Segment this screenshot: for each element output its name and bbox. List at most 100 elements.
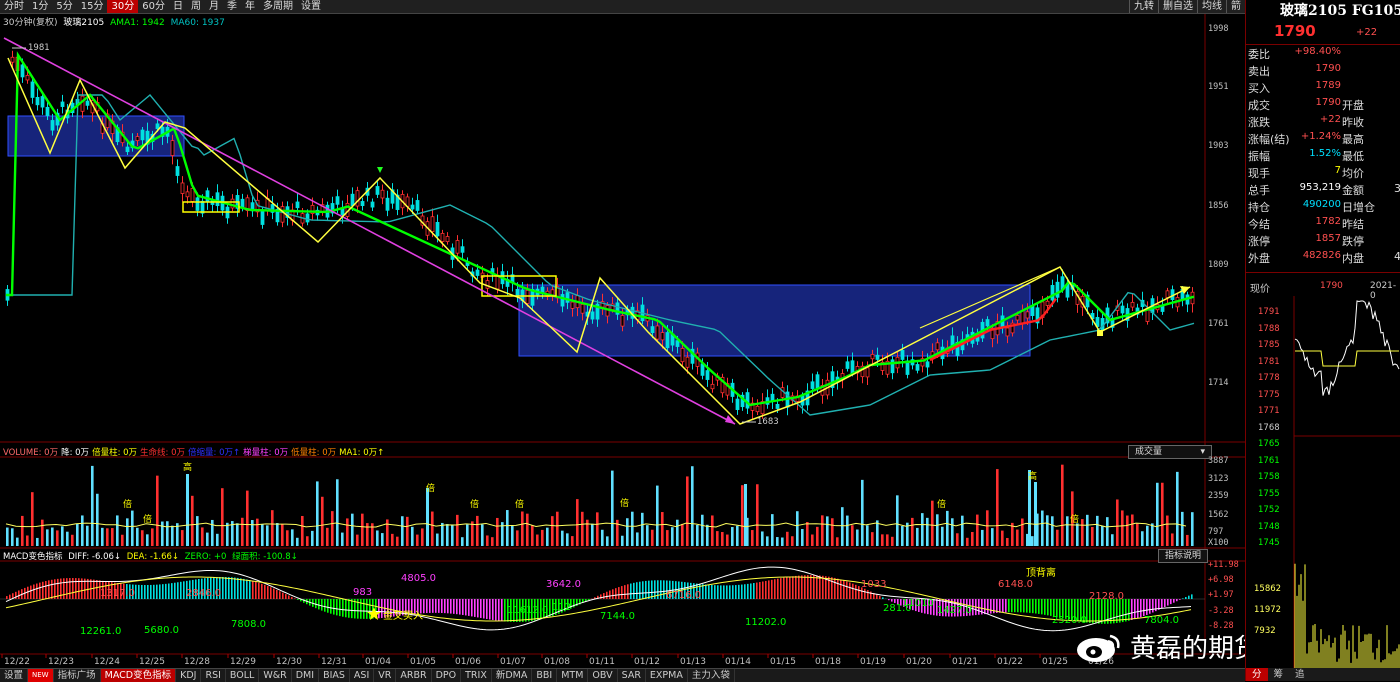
volume-axis-label: 797 [1208,527,1223,537]
macd-bar [1005,599,1007,612]
indicator-tab[interactable]: KDJ [176,669,201,682]
macd-bar [6,596,8,599]
macd-bar [855,585,857,599]
candle-body [41,97,44,108]
volume-bar [1166,516,1169,546]
volume-bar [561,531,564,546]
volume-bar [1111,534,1114,546]
volume-bar [1006,538,1009,546]
indicator-tab[interactable]: VR [374,669,396,682]
quote-row: 外盘482826内盘4 [1246,249,1400,266]
volume-bar [891,537,894,546]
indicator-tab[interactable]: DPO [432,669,462,682]
indicator-tab[interactable]: ASI [350,669,374,682]
candle-body [516,289,519,296]
volume-bar [436,534,439,546]
wave-lines [8,58,1190,424]
macd-bar [96,580,98,599]
volume-bar [986,510,989,546]
volume-bar [141,530,144,546]
candle-body [351,194,354,205]
macd-bar [246,579,248,599]
volume-axis-label: 3123 [1208,474,1228,484]
macd-bar [261,584,263,599]
indicator-tab[interactable]: 指标广场 [54,669,101,682]
volume-bar [451,525,454,546]
volume-bar [91,466,94,546]
volume-info-item: 降: 0万 [61,448,89,458]
macd-bar [351,599,353,618]
indicator-tab[interactable]: 主力入袋 [688,669,735,682]
volume-bar [886,534,889,546]
macd-bar [327,599,329,613]
indicator-help-button[interactable]: 指标说明 [1158,549,1208,563]
macd-bar [816,575,818,599]
macd-bar [225,577,227,599]
candle-body [661,333,664,340]
indicator-tab[interactable]: MACD变色指标 [101,669,176,682]
macd-bar [240,578,242,599]
quote-tab[interactable]: 分 [1246,668,1268,681]
macd-dea: DEA: -1.66↓ [127,552,179,562]
volume-bar [261,524,264,546]
indicator-tab[interactable]: EXPMA [646,669,688,682]
indicator-tab[interactable]: OBV [588,669,617,682]
volume-bar [821,515,824,546]
macd-bar [42,582,44,599]
volume-bar [921,513,924,546]
intraday-axis-label: 1781 [1258,357,1280,367]
volume-double-mark: 倍 [426,481,435,494]
macd-bar [600,594,602,599]
indicator-tab[interactable]: SAR [618,669,646,682]
indicator-tab[interactable]: ARBR [396,669,431,682]
macd-bar [837,579,839,599]
volume-double-mark: 倍 [143,512,152,525]
volume-bar [1156,483,1159,546]
macd-bar [753,583,755,599]
indicator-tab[interactable]: NEW [28,669,54,682]
macd-bar [15,592,17,599]
time-axis-label: 01/25 [1042,657,1068,667]
quote-tab[interactable]: 追 [1289,668,1311,681]
volume-bar [1056,530,1059,546]
indicator-tab[interactable]: MTM [557,669,588,682]
indicator-tab[interactable]: BBI [532,669,557,682]
volume-bar [641,513,644,546]
volume-bar [346,518,349,546]
volume-bar [181,530,184,546]
macd-bar [180,582,182,599]
indicator-tab[interactable]: RSI [201,669,225,682]
candle-body [306,214,309,222]
candle-body [21,65,24,77]
volume-bar [136,528,139,546]
downtrend-arrow [725,415,735,424]
volume-bar [1136,524,1139,546]
volume-bar-tall [744,484,747,546]
indicator-tab[interactable]: BIAS [319,669,350,682]
volume-bar [196,516,199,546]
indicator-tab[interactable]: 新DMA [492,669,533,682]
golden-cross-label: 金叉买入 [383,607,423,622]
indicator-tab[interactable]: W&R [259,669,291,682]
volume-bar [826,516,829,546]
indicator-tab[interactable]: BOLL [226,669,259,682]
volume-bar [621,536,624,546]
intraday-volume-axis-label: 15862 [1254,584,1281,594]
price-axis-label: 1903 [1208,141,1228,151]
macd-bar [636,582,638,599]
macd-bar [627,584,629,599]
volume-bar [1151,523,1154,546]
indicator-tab[interactable]: DMI [292,669,319,682]
volume-bar-tall [1034,482,1037,546]
volume-bar [486,535,489,546]
volume-bar [831,518,834,546]
macd-bar [1014,599,1016,612]
volume-double-mark: 倍 [515,497,524,510]
macd-bar [1011,599,1013,612]
volume-bar [626,518,629,546]
volume-indicator-button[interactable]: 成交量 ▾ [1128,445,1212,459]
macd-bar [759,582,761,599]
indicator-tab[interactable]: 设置 [0,669,28,682]
indicator-tab[interactable]: TRIX [461,669,492,682]
quote-tab[interactable]: 筹 [1268,668,1290,681]
